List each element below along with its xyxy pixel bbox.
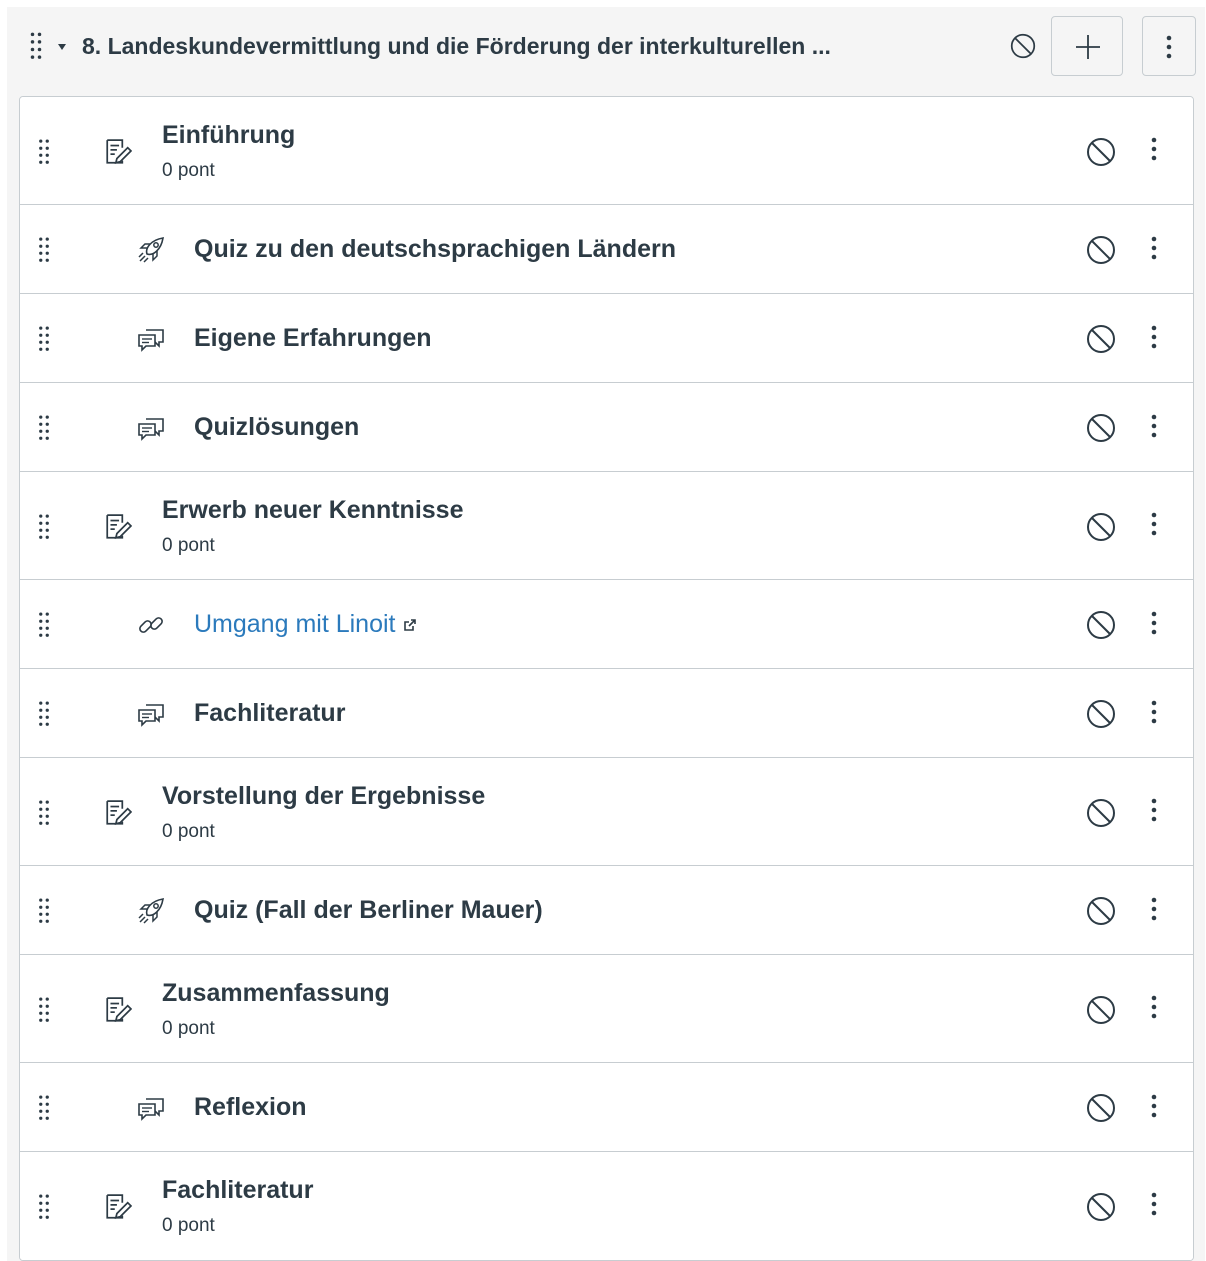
item-title[interactable]: Quiz (Fall der Berliner Mauer)	[194, 896, 543, 925]
module-item-discussion[interactable]: Eigene Erfahrungen	[20, 294, 1193, 383]
item-title[interactable]: Umgang mit Linoit	[194, 610, 417, 639]
unpublished-icon[interactable]	[1086, 1192, 1116, 1222]
kebab-icon[interactable]	[1151, 325, 1157, 349]
link-icon	[137, 611, 165, 639]
discussion-icon	[137, 414, 165, 442]
item-points: 0 pont	[162, 821, 215, 842]
unpublished-icon[interactable]	[1086, 413, 1116, 443]
module-item-quiz[interactable]: Quiz (Fall der Berliner Mauer)	[20, 866, 1193, 955]
unpublished-icon[interactable]	[1086, 512, 1116, 542]
item-title[interactable]: Einführung	[162, 121, 295, 150]
module-item-discussion[interactable]: Fachliteratur	[20, 669, 1193, 758]
drag-handle-icon[interactable]	[37, 612, 51, 638]
item-title[interactable]: Quiz zu den deutschsprachigen Ländern	[194, 235, 676, 264]
drag-handle-icon[interactable]	[29, 32, 43, 60]
unpublished-icon[interactable]	[1086, 610, 1116, 640]
module-container: 8. Landeskundevermittlung und die Förder…	[7, 7, 1205, 1261]
drag-handle-icon[interactable]	[37, 1194, 51, 1220]
drag-handle-icon[interactable]	[37, 514, 51, 540]
discussion-icon	[137, 700, 165, 728]
unpublished-icon[interactable]	[1086, 699, 1116, 729]
kebab-icon[interactable]	[1151, 414, 1157, 438]
module-item-assignment[interactable]: Einführung 0 pont	[20, 97, 1193, 205]
drag-handle-icon[interactable]	[37, 415, 51, 441]
module-item-discussion[interactable]: Quizlösungen	[20, 383, 1193, 472]
item-title[interactable]: Vorstellung der Ergebnisse	[162, 782, 485, 811]
plus-icon	[1076, 35, 1100, 59]
external-link-icon	[404, 619, 417, 632]
drag-handle-icon[interactable]	[37, 237, 51, 263]
module-title: 8. Landeskundevermittlung und die Förder…	[82, 33, 831, 59]
assignment-icon	[104, 138, 132, 166]
module-item-external-link[interactable]: Umgang mit Linoit	[20, 580, 1193, 669]
item-points: 0 pont	[162, 535, 215, 556]
module-item-quiz[interactable]: Quiz zu den deutschsprachigen Ländern	[20, 205, 1193, 294]
rocket-quiz-icon	[137, 897, 165, 925]
rocket-quiz-icon	[137, 236, 165, 264]
kebab-icon[interactable]	[1151, 236, 1157, 260]
item-title[interactable]: Fachliteratur	[162, 1176, 313, 1205]
item-points: 0 pont	[162, 1215, 215, 1236]
kebab-icon[interactable]	[1151, 611, 1157, 635]
item-points: 0 pont	[162, 1018, 215, 1039]
kebab-icon[interactable]	[1151, 897, 1157, 921]
module-header[interactable]: 8. Landeskundevermittlung und die Förder…	[7, 7, 1205, 93]
assignment-icon	[104, 1193, 132, 1221]
unpublished-icon[interactable]	[1086, 798, 1116, 828]
drag-handle-icon[interactable]	[37, 898, 51, 924]
discussion-icon	[137, 1094, 165, 1122]
item-title[interactable]: Erwerb neuer Kenntnisse	[162, 496, 463, 525]
module-items-list: Einführung 0 pont Quiz zu den deutschsprac…	[19, 96, 1194, 1261]
kebab-icon	[1166, 35, 1172, 59]
kebab-icon[interactable]	[1151, 1192, 1157, 1216]
unpublished-icon[interactable]	[1086, 995, 1116, 1025]
caret-down-icon[interactable]	[58, 44, 66, 50]
drag-handle-icon[interactable]	[37, 139, 51, 165]
item-title[interactable]: Zusammenfassung	[162, 979, 390, 1008]
item-title[interactable]: Eigene Erfahrungen	[194, 324, 432, 353]
drag-handle-icon[interactable]	[37, 701, 51, 727]
kebab-icon[interactable]	[1151, 137, 1157, 161]
kebab-icon[interactable]	[1151, 1094, 1157, 1118]
item-title[interactable]: Reflexion	[194, 1093, 307, 1122]
drag-handle-icon[interactable]	[37, 1095, 51, 1121]
module-item-assignment[interactable]: Fachliteratur 0 pont	[20, 1152, 1193, 1260]
drag-handle-icon[interactable]	[37, 997, 51, 1023]
unpublished-icon[interactable]	[1086, 324, 1116, 354]
unpublished-icon[interactable]	[1086, 896, 1116, 926]
module-item-discussion[interactable]: Reflexion	[20, 1063, 1193, 1152]
assignment-icon	[104, 996, 132, 1024]
drag-handle-icon[interactable]	[37, 800, 51, 826]
unpublished-icon[interactable]	[1010, 33, 1036, 59]
module-item-assignment[interactable]: Vorstellung der Ergebnisse 0 pont	[20, 758, 1193, 866]
add-item-button[interactable]	[1051, 16, 1123, 76]
assignment-icon	[104, 513, 132, 541]
kebab-icon[interactable]	[1151, 700, 1157, 724]
discussion-icon	[137, 325, 165, 353]
kebab-icon[interactable]	[1151, 995, 1157, 1019]
unpublished-icon[interactable]	[1086, 235, 1116, 265]
module-item-assignment[interactable]: Erwerb neuer Kenntnisse 0 pont	[20, 472, 1193, 580]
unpublished-icon[interactable]	[1086, 1093, 1116, 1123]
unpublished-icon[interactable]	[1086, 137, 1116, 167]
kebab-icon[interactable]	[1151, 798, 1157, 822]
item-points: 0 pont	[162, 160, 215, 181]
assignment-icon	[104, 799, 132, 827]
drag-handle-icon[interactable]	[37, 326, 51, 352]
item-title[interactable]: Quizlösungen	[194, 413, 359, 442]
module-menu-button[interactable]	[1142, 16, 1196, 76]
kebab-icon[interactable]	[1151, 512, 1157, 536]
item-title[interactable]: Fachliteratur	[194, 699, 345, 728]
module-item-assignment[interactable]: Zusammenfassung 0 pont	[20, 955, 1193, 1063]
